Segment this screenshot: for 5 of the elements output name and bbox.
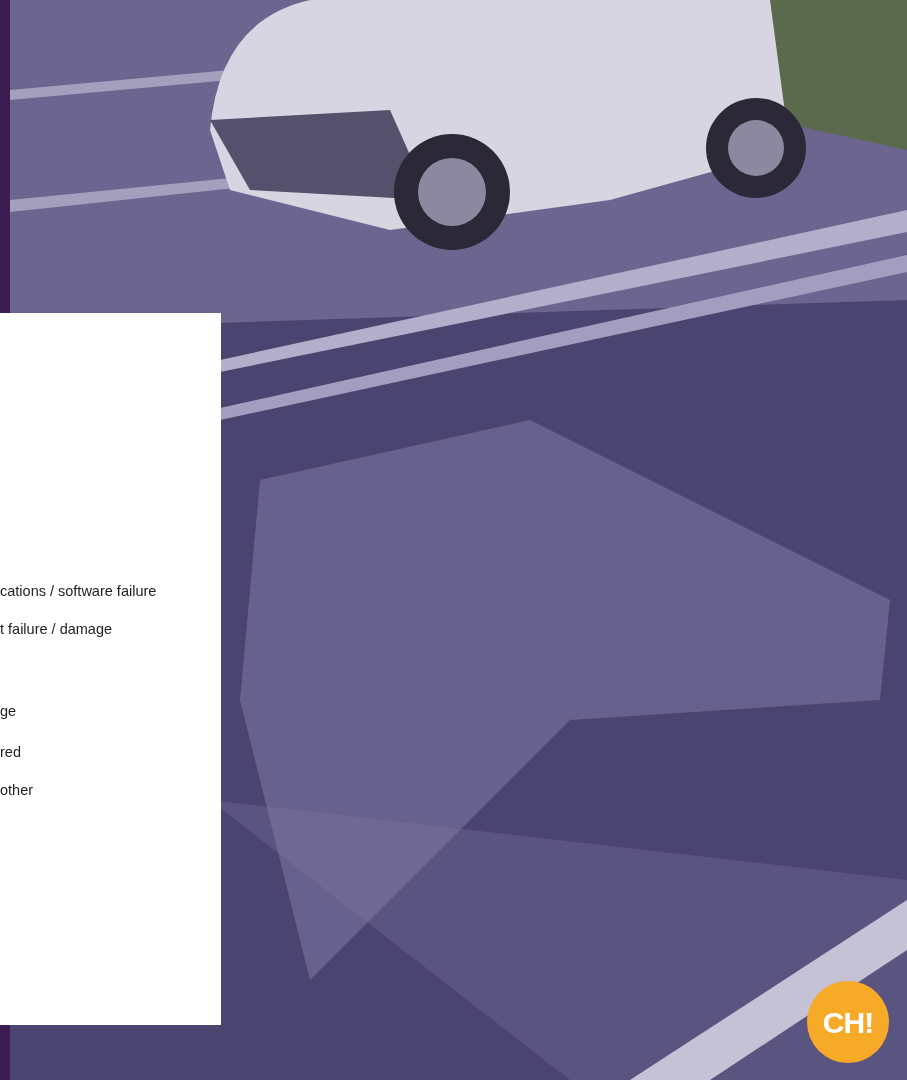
option-label: t failure / damage xyxy=(0,620,113,639)
option-label: red xyxy=(0,743,21,762)
option-label: cations / software failure xyxy=(0,582,157,601)
option-label: ge xyxy=(0,702,17,721)
option-label: other xyxy=(0,781,34,800)
